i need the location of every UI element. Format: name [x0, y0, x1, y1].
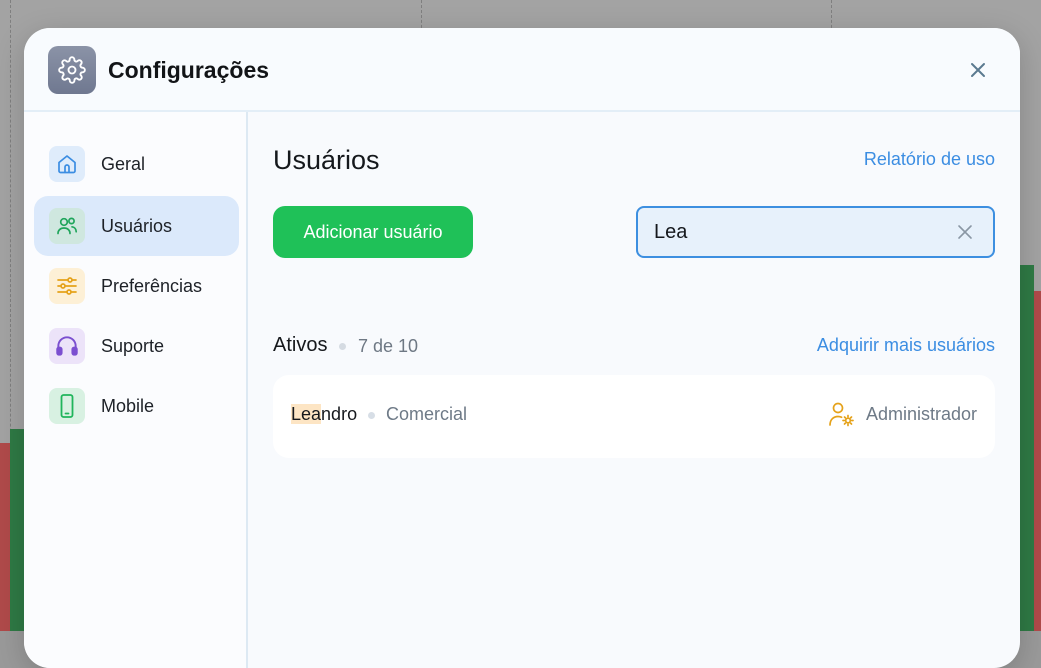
users-icon — [49, 208, 85, 244]
page-title: Usuários — [273, 145, 380, 175]
sidebar-item-label: Suporte — [101, 335, 165, 356]
user-name: Leandro — [291, 404, 357, 425]
sliders-icon — [49, 268, 85, 304]
search-input[interactable] — [638, 207, 953, 257]
home-icon — [49, 146, 85, 182]
background-bar — [1020, 265, 1034, 631]
add-user-button[interactable]: Adicionar usuário — [273, 206, 473, 258]
user-role: Administrador — [865, 404, 977, 424]
close-button[interactable] — [966, 58, 990, 82]
user-name-rest: ndro — [321, 404, 358, 424]
sidebar-item-suporte[interactable]: Suporte — [34, 316, 239, 376]
background-bar — [0, 443, 10, 631]
user-row[interactable]: Leandro Comercial Administrador — [273, 375, 995, 458]
section-title: Ativos — [273, 334, 328, 356]
sidebar-item-preferencias[interactable]: Preferências — [34, 256, 239, 316]
dialog-title: Configurações — [108, 57, 270, 83]
sidebar-item-label: Preferências — [101, 275, 203, 296]
search-highlight: Lea — [291, 404, 322, 424]
settings-sidebar: Geral Usuários Preferências Suporte Mobi… — [24, 112, 248, 668]
search-field — [636, 206, 995, 258]
sidebar-item-label: Usuários — [101, 215, 173, 236]
gear-icon — [48, 46, 96, 94]
close-icon — [971, 63, 985, 77]
sidebar-item-label: Mobile — [101, 395, 155, 416]
dialog-header: Configurações — [24, 28, 1020, 112]
separator-dot — [339, 343, 346, 350]
separator-dot — [368, 412, 375, 419]
sidebar-item-usuarios[interactable]: Usuários — [34, 196, 239, 256]
users-panel: Usuários Relatório de uso Adicionar usuá… — [248, 112, 1020, 668]
smartphone-icon — [49, 388, 85, 424]
active-users-header: Ativos 7 de 10 Adquirir mais usuários — [273, 334, 995, 358]
settings-dialog: Configurações Geral Usuários Preferência… — [24, 28, 1020, 668]
headset-icon — [49, 328, 85, 364]
close-icon — [958, 225, 972, 239]
usage-report-link[interactable]: Relatório de uso — [864, 149, 995, 170]
user-department: Comercial — [386, 404, 468, 424]
sidebar-item-geral[interactable]: Geral — [34, 134, 239, 194]
user-gear-icon — [829, 402, 854, 427]
buy-more-users-link[interactable]: Adquirir mais usuários — [817, 335, 995, 356]
sidebar-item-label: Geral — [101, 153, 146, 174]
user-count: 7 de 10 — [358, 336, 419, 356]
clear-search-button[interactable] — [953, 220, 977, 244]
background-bar — [10, 429, 24, 631]
sidebar-item-mobile[interactable]: Mobile — [34, 376, 239, 436]
background-bar — [1034, 291, 1041, 631]
